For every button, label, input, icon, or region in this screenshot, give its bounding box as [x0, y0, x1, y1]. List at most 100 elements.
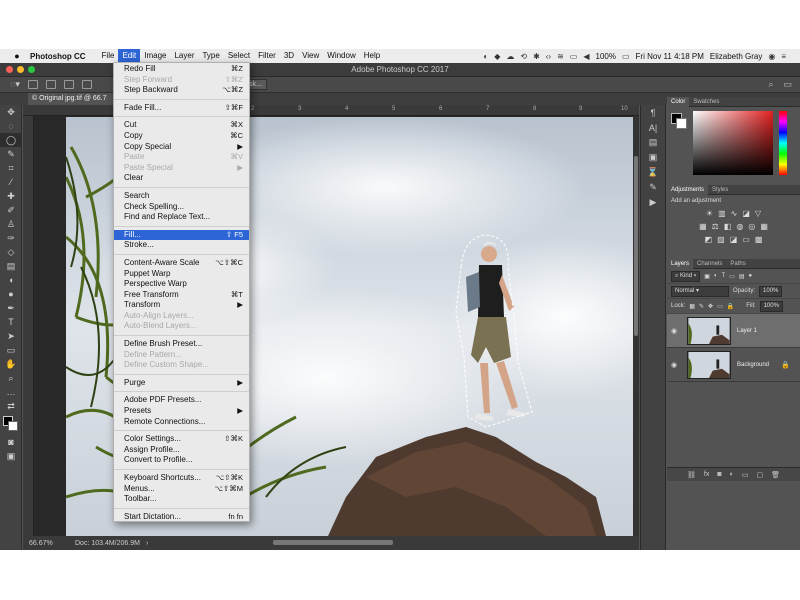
code-icon[interactable]: ‹›: [546, 52, 551, 61]
quick-select-tool-icon[interactable]: ✎: [0, 147, 22, 161]
swap-colors-icon[interactable]: ⇄: [0, 399, 22, 413]
lasso-preset-icon[interactable]: ◌▾: [10, 79, 20, 90]
vibrance-icon[interactable]: ▽: [755, 209, 761, 218]
menu-item-cut[interactable]: Cut ⌘X: [114, 120, 249, 131]
menu-image[interactable]: Image: [140, 49, 170, 63]
menubar-clock[interactable]: Fri Nov 11 4:18 PM: [636, 52, 704, 61]
menu-item-perspective-warp[interactable]: Perspective Warp: [114, 279, 249, 290]
lock-paint-icon[interactable]: ✎: [699, 303, 704, 310]
quick-mask-icon[interactable]: ◙: [0, 435, 22, 449]
filter-type-icon[interactable]: T: [722, 273, 726, 279]
blur-tool-icon[interactable]: ◖: [0, 273, 22, 287]
time-machine-icon[interactable]: ⟲: [520, 52, 527, 61]
new-selection-button[interactable]: [27, 80, 38, 89]
gradient-map-icon[interactable]: ▭: [742, 235, 750, 244]
filter-pixel-icon[interactable]: ▣: [704, 273, 710, 280]
app-menu[interactable]: Photoshop CC: [30, 52, 86, 61]
add-mask-icon[interactable]: ◙: [717, 471, 721, 478]
menu-item-remote-connections[interactable]: Remote Connections...: [114, 417, 249, 428]
scroll-thumb[interactable]: [634, 156, 638, 336]
apple-icon[interactable]: ●: [12, 51, 22, 61]
stamp-tool-icon[interactable]: ♙: [0, 217, 22, 231]
menu-item-transform[interactable]: Transform ▶: [114, 300, 249, 311]
new-group-icon[interactable]: ▭: [742, 471, 749, 479]
menu-item-puppet-warp[interactable]: Puppet Warp: [114, 269, 249, 280]
cloud-icon[interactable]: ☁: [506, 52, 514, 61]
blend-mode-select[interactable]: Normal ▾: [671, 285, 729, 297]
fill-field[interactable]: 100%: [759, 300, 783, 312]
menubar-user[interactable]: Elizabeth Gray: [710, 52, 762, 61]
tab-paths[interactable]: Paths: [726, 259, 749, 269]
menu-item-free-transform[interactable]: Free Transform ⌘T: [114, 290, 249, 301]
menu-edit[interactable]: Edit: [118, 49, 141, 63]
photo-filter-icon[interactable]: ◍: [736, 222, 743, 231]
foreground-background-swatch[interactable]: [0, 413, 22, 435]
gradient-tool-icon[interactable]: ▤: [0, 259, 22, 273]
filter-smart-icon[interactable]: ▤: [739, 273, 745, 280]
properties-icon[interactable]: ▤: [641, 135, 665, 150]
pen-tool-icon[interactable]: ✒: [0, 301, 22, 315]
new-adjustment-icon[interactable]: ◐: [730, 471, 734, 478]
tab-channels[interactable]: Channels: [693, 259, 726, 269]
volume-icon[interactable]: ◀: [583, 52, 589, 61]
lock-all-icon[interactable]: 🔒: [727, 303, 734, 310]
lasso-tool-icon[interactable]: ◯: [0, 133, 22, 147]
lock-position-icon[interactable]: ✥: [708, 303, 713, 310]
workspace-icon[interactable]: ▭: [783, 79, 792, 90]
menu-item-stroke[interactable]: Stroke...: [114, 240, 249, 251]
menu-item-copy[interactable]: Copy ⌘C: [114, 131, 249, 142]
menu-item-assign-profile[interactable]: Assign Profile...: [114, 445, 249, 456]
menu-view[interactable]: View: [298, 49, 323, 63]
bluetooth-icon[interactable]: ✱: [533, 52, 540, 61]
menu-item-step-backward[interactable]: Step Backward ⌥⌘Z: [114, 85, 249, 96]
tab-styles[interactable]: Styles: [708, 185, 732, 195]
tab-color[interactable]: Color: [667, 96, 690, 107]
vertical-scrollbar[interactable]: [633, 116, 639, 536]
menu-window[interactable]: Window: [323, 49, 359, 63]
visibility-eye-icon[interactable]: ◉: [671, 361, 681, 369]
type-tool-icon[interactable]: T: [0, 315, 22, 329]
marquee-tool-icon[interactable]: ◌: [0, 119, 22, 133]
history-brush-icon[interactable]: ✑: [0, 231, 22, 245]
zoom-tool-icon[interactable]: ⌕: [0, 371, 22, 385]
layer-row-background[interactable]: ◉ Background 🔒: [667, 348, 800, 382]
crop-tool-icon[interactable]: ⌗: [0, 161, 22, 175]
status-icon-1[interactable]: ◐: [483, 52, 488, 61]
levels-icon[interactable]: ▥: [718, 209, 726, 218]
more-tools-icon[interactable]: …: [0, 385, 22, 399]
search-icon[interactable]: ⌕: [768, 79, 773, 90]
color-picker-field[interactable]: [693, 111, 773, 175]
airplay-icon[interactable]: ▭: [570, 52, 578, 61]
character-icon[interactable]: A|: [641, 120, 665, 135]
tab-layers[interactable]: Layers: [667, 258, 694, 269]
selective-color-icon[interactable]: ▩: [755, 235, 763, 244]
libraries-icon[interactable]: ▣: [641, 150, 665, 165]
dropbox-icon[interactable]: ◆: [494, 52, 500, 61]
battery-icon[interactable]: ▭: [622, 52, 630, 61]
document-tab[interactable]: © Original jpg.tif @ 66.7: [28, 93, 116, 105]
menu-3d[interactable]: 3D: [280, 49, 298, 63]
fx-icon[interactable]: fx: [704, 471, 709, 478]
visibility-eye-icon[interactable]: ◉: [671, 327, 681, 335]
move-tool-icon[interactable]: ✥: [0, 105, 22, 119]
zoom-level[interactable]: 66.67%: [23, 540, 71, 547]
brightness-icon[interactable]: ☀: [706, 209, 713, 218]
menu-item-fade-fill[interactable]: Fade Fill... ⇧⌘F: [114, 103, 249, 114]
tab-adjustments[interactable]: Adjustments: [667, 184, 709, 195]
menu-item-purge[interactable]: Purge ▶: [114, 378, 249, 389]
menu-item-menus[interactable]: Menus... ⌥⇧⌘M: [114, 484, 249, 495]
menu-item-check-spelling[interactable]: Check Spelling...: [114, 202, 249, 213]
menu-filter[interactable]: Filter: [254, 49, 280, 63]
menu-item-content-aware-scale[interactable]: Content-Aware Scale ⌥⇧⌘C: [114, 258, 249, 269]
filter-adjust-icon[interactable]: ◐: [714, 273, 718, 279]
brush-tool-icon[interactable]: ✐: [0, 203, 22, 217]
color-balance-icon[interactable]: ⚖: [712, 222, 719, 231]
subtract-selection-button[interactable]: [63, 80, 74, 89]
eyedropper-tool-icon[interactable]: ⁄: [0, 175, 22, 189]
color-swatches[interactable]: [671, 113, 687, 129]
threshold-icon[interactable]: ◪: [730, 235, 738, 244]
notification-icon[interactable]: ≡: [781, 52, 786, 61]
add-selection-button[interactable]: [45, 80, 56, 89]
menu-item-color-settings[interactable]: Color Settings... ⇧⌘K: [114, 434, 249, 445]
play-actions-icon[interactable]: ▶: [641, 195, 665, 210]
